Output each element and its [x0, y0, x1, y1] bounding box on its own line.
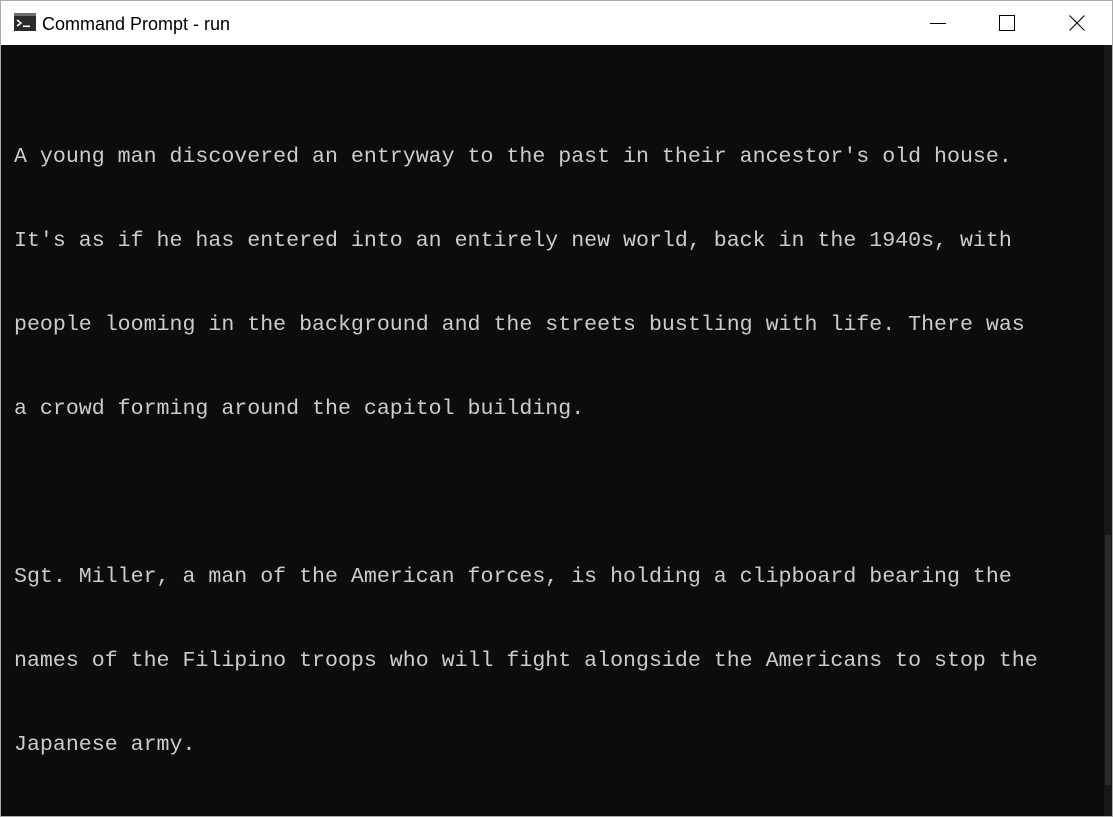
close-button[interactable]	[1043, 1, 1111, 45]
prompt-symbol: >	[14, 815, 27, 816]
scrollbar-thumb[interactable]	[1105, 535, 1111, 785]
output-line: names of the Filipino troops who will fi…	[14, 649, 1038, 673]
command-prompt-window: Command Prompt - run A young man discove…	[0, 0, 1113, 817]
maximize-icon	[999, 15, 1015, 31]
minimize-icon	[930, 23, 946, 24]
vertical-scrollbar[interactable]	[1104, 45, 1112, 816]
maximize-button[interactable]	[973, 1, 1041, 45]
story-paragraph: A young man discovered an entryway to th…	[14, 87, 1104, 479]
text-cursor	[30, 815, 33, 816]
command-prompt-icon	[14, 13, 36, 31]
output-line: people looming in the background and the…	[14, 313, 1025, 337]
output-line: Japanese army.	[14, 733, 196, 757]
output-line: a crowd forming around the capitol build…	[14, 397, 585, 421]
story-paragraph: Sgt. Miller, a man of the American force…	[14, 507, 1104, 815]
terminal-output[interactable]: A young man discovered an entryway to th…	[1, 45, 1104, 816]
title-bar[interactable]: Command Prompt - run	[1, 1, 1112, 45]
close-icon	[1069, 15, 1085, 31]
window-title: Command Prompt - run	[42, 14, 231, 34]
output-line: It's as if he has entered into an entire…	[14, 229, 1012, 253]
output-line: Sgt. Miller, a man of the American force…	[14, 565, 1012, 589]
command-input-line[interactable]: >	[14, 815, 1104, 816]
output-line: A young man discovered an entryway to th…	[14, 145, 1012, 169]
minimize-button[interactable]	[904, 1, 972, 45]
